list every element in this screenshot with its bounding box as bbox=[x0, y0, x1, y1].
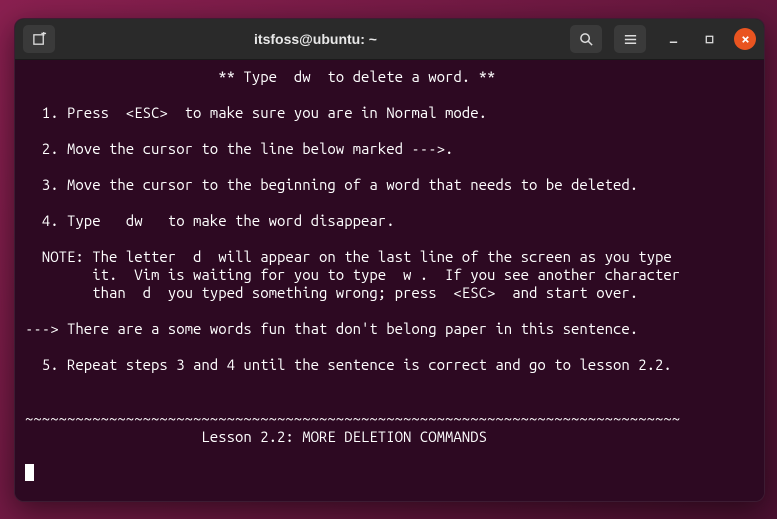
search-icon bbox=[579, 32, 594, 47]
new-tab-icon bbox=[32, 32, 47, 47]
close-button[interactable] bbox=[734, 28, 756, 50]
titlebar-right bbox=[570, 25, 756, 53]
maximize-button[interactable] bbox=[694, 25, 724, 53]
lesson-title: Lesson 2.2: MORE DELETION COMMANDS bbox=[25, 428, 487, 445]
terminal-content[interactable]: ** Type dw to delete a word. ** 1. Press… bbox=[15, 60, 764, 501]
lesson-divider: ~~~~~~~~~~~~~~~~~~~~~~~~~~~~~~~~~~~~~~~~… bbox=[25, 410, 680, 427]
tutor-note-line-2: it. Vim is waiting for you to type w . I… bbox=[25, 266, 680, 283]
tutor-step-4: 4. Type dw to make the word disappear. bbox=[25, 212, 395, 229]
tutor-example-line: ---> There are a some words fun that don… bbox=[25, 320, 638, 337]
hamburger-icon bbox=[623, 32, 638, 47]
terminal-window: itsfoss@ubuntu: ~ ** Type dw to delete a… bbox=[14, 18, 765, 502]
tutor-note-line-1: NOTE: The letter d will appear on the la… bbox=[25, 248, 672, 265]
minimize-button[interactable] bbox=[658, 25, 688, 53]
tutor-note-line-3: than d you typed something wrong; press … bbox=[25, 284, 638, 301]
tutor-step-3: 3. Move the cursor to the beginning of a… bbox=[25, 176, 638, 193]
close-icon bbox=[740, 34, 751, 45]
maximize-icon bbox=[704, 34, 715, 45]
search-button[interactable] bbox=[570, 25, 602, 53]
tutor-step-5: 5. Repeat steps 3 and 4 until the senten… bbox=[25, 356, 672, 373]
minimize-icon bbox=[668, 34, 679, 45]
menu-button[interactable] bbox=[614, 25, 646, 53]
window-title: itsfoss@ubuntu: ~ bbox=[61, 31, 570, 47]
terminal-cursor bbox=[25, 464, 34, 481]
titlebar: itsfoss@ubuntu: ~ bbox=[15, 19, 764, 60]
tutor-header: ** Type dw to delete a word. ** bbox=[25, 68, 495, 85]
new-tab-button[interactable] bbox=[23, 25, 55, 53]
tutor-step-1: 1. Press <ESC> to make sure you are in N… bbox=[25, 104, 487, 121]
tutor-step-2: 2. Move the cursor to the line below mar… bbox=[25, 140, 453, 157]
